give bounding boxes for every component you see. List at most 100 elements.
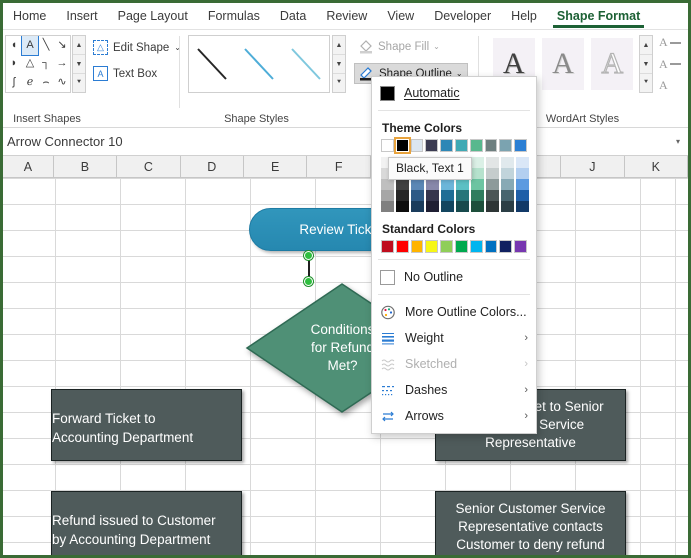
theme-variant-swatch-8-3[interactable]: [501, 190, 514, 201]
standard-color-swatch-9[interactable]: [514, 240, 527, 253]
theme-color-swatch-6[interactable]: [469, 139, 483, 152]
shape-glyph-4[interactable]: ◗: [6, 55, 22, 74]
theme-variant-swatch-9-0[interactable]: [516, 157, 529, 168]
theme-color-swatch-1[interactable]: [393, 137, 411, 154]
theme-variant-swatch-8-1[interactable]: [501, 168, 514, 179]
column-header-C[interactable]: C: [117, 156, 181, 177]
theme-variant-swatch-6-2[interactable]: [471, 179, 484, 190]
theme-color-swatch-2[interactable]: [410, 139, 424, 152]
shape-glyph-10[interactable]: ⌢: [38, 73, 54, 92]
connector-handle-start[interactable]: [304, 251, 313, 260]
theme-variant-swatch-7-0[interactable]: [486, 157, 499, 168]
tab-home[interactable]: Home: [3, 6, 56, 27]
theme-variant-swatch-6-3[interactable]: [471, 190, 484, 201]
theme-variant-column-6[interactable]: [471, 157, 484, 212]
chevron-down-icon[interactable]: ⌄: [433, 42, 440, 51]
tab-review[interactable]: Review: [316, 6, 377, 27]
theme-variant-swatch-5-3[interactable]: [456, 190, 469, 201]
theme-color-swatch-8[interactable]: [499, 139, 513, 152]
tab-view[interactable]: View: [377, 6, 424, 27]
shape-styles-gallery[interactable]: [188, 35, 330, 93]
theme-variant-swatch-2-3[interactable]: [411, 190, 424, 201]
scroll-down-icon[interactable]: ▼: [333, 55, 345, 74]
forward-accounting-box[interactable]: Forward Ticket to Accounting Department: [51, 389, 242, 461]
wordart-sample-3[interactable]: A: [591, 38, 634, 90]
theme-variant-column-8[interactable]: [501, 157, 514, 212]
shape-glyph-8[interactable]: ʃ: [6, 73, 22, 92]
text-outline-button[interactable]: A: [659, 56, 688, 73]
theme-variant-swatch-3-3[interactable]: [426, 190, 439, 201]
text-fill-button[interactable]: A: [659, 34, 688, 51]
wordart-gallery-scroller[interactable]: ▲ ▼ ⯆: [639, 35, 653, 93]
tab-help[interactable]: Help: [501, 6, 547, 27]
theme-color-swatch-4[interactable]: [440, 139, 453, 152]
theme-variant-swatch-7-2[interactable]: [486, 179, 499, 190]
theme-variant-swatch-1-2[interactable]: [396, 179, 409, 190]
theme-variant-swatch-7-3[interactable]: [486, 190, 499, 201]
shape-outline-dropdown-menu[interactable]: Automatic Theme Colors Standard Colors N…: [371, 76, 537, 434]
scroll-down-icon[interactable]: ▼: [73, 55, 85, 74]
theme-variant-swatch-6-0[interactable]: [471, 157, 484, 168]
theme-color-swatch-7[interactable]: [484, 139, 498, 152]
name-box[interactable]: Arrow Connector 10: [3, 134, 672, 149]
theme-variant-swatch-5-4[interactable]: [456, 201, 469, 212]
menu-item-more-outline-colors[interactable]: More Outline Colors...: [372, 299, 536, 325]
cell-grid[interactable]: Review Ticket Conditions for Refund Met?…: [3, 178, 688, 555]
refund-issued-box[interactable]: Refund issued to Customer by Accounting …: [51, 491, 242, 555]
senior-denies-box[interactable]: Senior Customer Service Representative c…: [435, 491, 626, 555]
menu-item-dashes[interactable]: Dashes ›: [372, 377, 536, 403]
theme-variant-swatch-0-4[interactable]: [381, 201, 394, 212]
theme-variant-swatch-9-2[interactable]: [516, 179, 529, 190]
scroll-more-icon[interactable]: ⯆: [640, 74, 652, 92]
tab-data[interactable]: Data: [270, 6, 316, 27]
shape-fill-button[interactable]: Shape Fill ⌄: [354, 37, 444, 56]
column-header-J[interactable]: J: [561, 156, 625, 177]
column-header-B[interactable]: B: [54, 156, 118, 177]
theme-variant-swatch-7-4[interactable]: [486, 201, 499, 212]
text-box-button[interactable]: A Text Box: [93, 66, 157, 81]
edit-shape-button[interactable]: △ Edit Shape ⌄: [93, 40, 181, 55]
theme-variant-swatch-1-3[interactable]: [396, 190, 409, 201]
tab-developer[interactable]: Developer: [424, 6, 501, 27]
theme-variant-swatch-6-4[interactable]: [471, 201, 484, 212]
text-effects-button[interactable]: A: [659, 77, 688, 94]
standard-color-swatch-5[interactable]: [454, 240, 468, 253]
wordart-sample-2[interactable]: A: [541, 38, 584, 90]
column-header-A[interactable]: A: [3, 156, 54, 177]
shape-style-1[interactable]: [192, 43, 232, 85]
standard-color-swatch-6[interactable]: [469, 240, 483, 253]
theme-variant-swatch-1-4[interactable]: [396, 201, 409, 212]
shape-glyph-6[interactable]: ┐: [38, 55, 54, 74]
theme-variant-swatch-8-2[interactable]: [501, 179, 514, 190]
column-header-D[interactable]: D: [181, 156, 245, 177]
theme-variant-swatch-7-1[interactable]: [486, 168, 499, 179]
menu-item-arrows[interactable]: Arrows ›: [372, 403, 536, 429]
theme-variant-swatch-4-3[interactable]: [441, 190, 454, 201]
theme-color-swatch-5[interactable]: [454, 139, 468, 152]
tab-formulas[interactable]: Formulas: [198, 6, 270, 27]
column-header-K[interactable]: K: [625, 156, 688, 177]
tab-page-layout[interactable]: Page Layout: [108, 6, 198, 27]
theme-colors-row[interactable]: [372, 137, 536, 154]
column-header-E[interactable]: E: [244, 156, 308, 177]
menu-item-weight[interactable]: Weight ›: [372, 325, 536, 351]
theme-variant-swatch-6-1[interactable]: [471, 168, 484, 179]
shapes-gallery-scroller[interactable]: ▲ ▼ ⯆: [72, 35, 86, 93]
theme-variant-swatch-2-2[interactable]: [411, 179, 424, 190]
theme-variant-column-7[interactable]: [486, 157, 499, 212]
shapes-gallery[interactable]: ◖ A ╲ ↘ ◗ △ ┐ → ʃ ℯ ⌢ ∿: [5, 35, 71, 93]
theme-variant-swatch-5-2[interactable]: [456, 179, 469, 190]
shape-glyph-7[interactable]: →: [54, 55, 70, 74]
shape-styles-scroller[interactable]: ▲ ▼ ⯆: [332, 35, 346, 93]
theme-color-swatch-3[interactable]: [425, 139, 439, 152]
theme-variant-swatch-9-1[interactable]: [516, 168, 529, 179]
standard-colors-row[interactable]: [372, 240, 536, 255]
shape-glyph-2[interactable]: ╲: [38, 36, 54, 55]
standard-color-swatch-8[interactable]: [499, 240, 513, 253]
tab-insert[interactable]: Insert: [56, 6, 107, 27]
standard-color-swatch-3[interactable]: [425, 240, 439, 253]
shape-glyph-0[interactable]: ◖: [6, 36, 22, 55]
theme-variant-swatch-8-0[interactable]: [501, 157, 514, 168]
scroll-up-icon[interactable]: ▲: [333, 36, 345, 55]
shape-glyph-9[interactable]: ℯ: [22, 73, 38, 92]
